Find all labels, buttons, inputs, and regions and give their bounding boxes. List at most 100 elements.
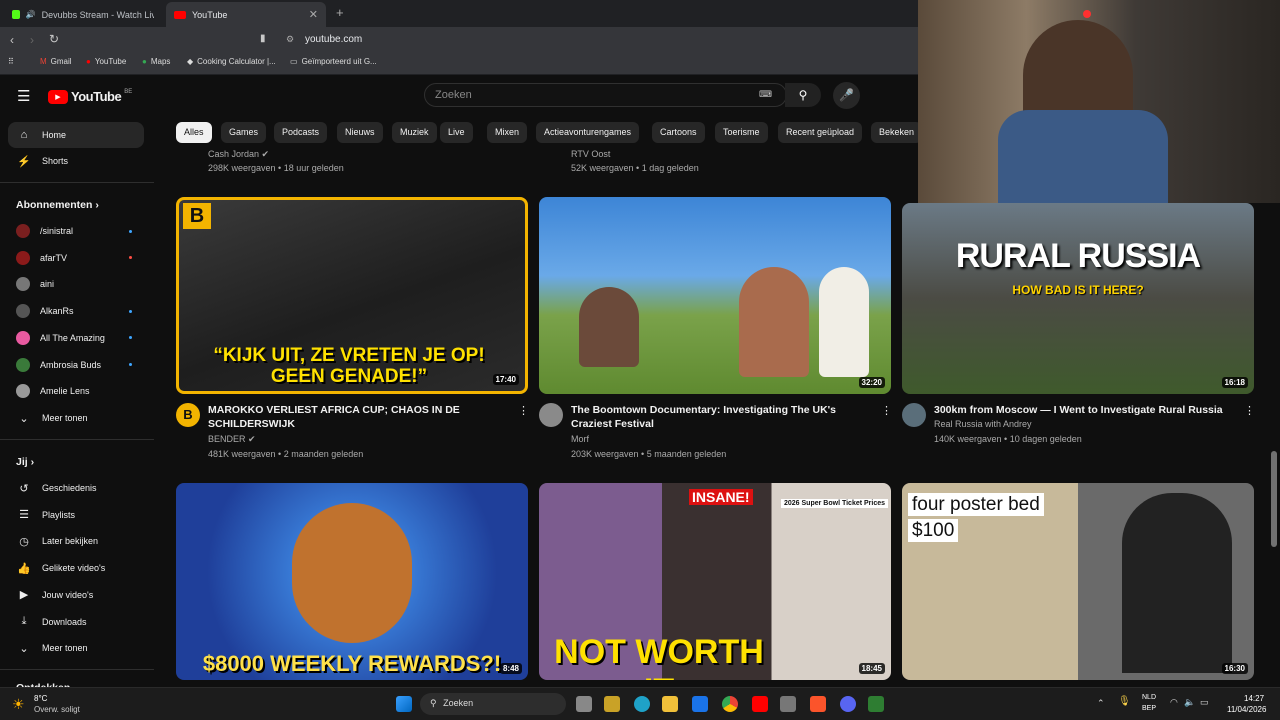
discord-icon[interactable] [840,696,856,712]
sidebar-item-subscription[interactable]: /sinistral [8,218,144,244]
apps-icon[interactable]: ⠿ [8,57,14,66]
bookmark-icon[interactable]: ▮ [260,33,266,44]
sidebar-item-you[interactable]: 👍 Gelikete video's [8,555,144,581]
video-thumbnail[interactable]: four poster bed $100 16:30 [902,483,1254,680]
sidebar-item-subscription[interactable]: AlkanRs [8,298,144,324]
you-heading[interactable]: Jij › [16,456,34,468]
sidebar-item-you[interactable]: ⤓ Downloads [8,609,144,635]
close-icon[interactable]: ✕ [309,8,318,21]
sidebar-item-you[interactable]: ▶ Jouw video's [8,582,144,608]
youtube-logo[interactable]: ▶ YouTube BE [48,89,132,104]
chip-5[interactable]: Live [440,122,473,143]
app-icon[interactable] [868,696,884,712]
chip-4[interactable]: Muziek [392,122,437,143]
bookmark-youtube[interactable]: ● YouTube [86,57,126,66]
channel-avatar[interactable]: B [176,403,200,427]
channel-avatar[interactable] [902,403,926,427]
clock-time[interactable]: 14:27 [1244,694,1264,703]
chip-10[interactable]: Recent geüpload [778,122,863,143]
channel-name[interactable]: RTV Oost [571,149,610,159]
sidebar-show-more-you[interactable]: ⌄ Meer tonen [8,635,144,661]
channel-avatar[interactable] [539,403,563,427]
sidebar-item-subscription[interactable]: afarTV [8,245,144,271]
keyboard-icon[interactable]: ⌨ [759,89,772,100]
tab-youtube[interactable]: YouTube ✕ [166,2,326,27]
channel-name[interactable]: BENDER ✔ [208,434,256,445]
url-field[interactable]: youtube.com [305,34,362,45]
sidebar-item-you[interactable]: ☰ Playlists [8,502,144,528]
sidebar-item-you[interactable]: ◷ Later bekijken [8,528,144,554]
video-title[interactable]: MAROKKO VERLIEST AFRICA CUP; CHAOS IN DE… [208,403,508,431]
site-info-icon[interactable]: ⚙ [286,34,294,45]
forward-icon[interactable]: › [30,33,34,47]
sidebar-item-you[interactable]: ↺ Geschiedenis [8,475,144,501]
chrome-icon[interactable] [722,696,738,712]
chevron-up-icon[interactable]: ⌃ [1097,698,1105,709]
video-thumbnail[interactable]: B “KIJK UIT, ZE VRETEN JE OP! GEEN GENAD… [176,197,528,394]
weather-icon[interactable]: ☀ [12,696,25,713]
tab-label: Devubbs Stream - Watch Live on [41,9,154,20]
voice-search-button[interactable]: 🎤 [833,82,860,109]
video-thumbnail[interactable]: 32:20 [539,197,891,394]
video-thumbnail[interactable]: RURAL RUSSIA HOW BAD IS IT HERE? 16:18 [902,203,1254,394]
volume-icon[interactable]: 🔈 [1184,697,1195,708]
menu-icon[interactable]: ☰ [17,87,30,105]
search-button[interactable]: ⚲ [785,83,821,107]
youtube-icon[interactable] [752,696,768,712]
sidebar-item-subscription[interactable]: aini [8,271,144,297]
more-options-icon[interactable]: ⋮ [881,404,892,417]
taskbar-search[interactable]: ⚲ Zoeken [420,693,566,715]
more-options-icon[interactable]: ⋮ [1244,404,1255,417]
search-input[interactable]: Zoeken ⌨ [424,83,787,107]
bookmark-gmail[interactable]: M Gmail [40,57,72,66]
sidebar-item-subscription[interactable]: Amelie Lens [8,378,144,404]
mic-icon[interactable]: 🎙 [1118,696,1131,707]
wifi-icon[interactable]: ◠ [1170,697,1178,708]
sidebar-item-shorts[interactable]: ⚡ Shorts [8,148,144,174]
bookmark-imported[interactable]: ▭ Geïmporteerd uit G... [290,57,377,66]
edge-icon[interactable] [634,696,650,712]
channel-name[interactable]: Real Russia with Andrey [934,419,1032,429]
video-title[interactable]: The Boomtown Documentary: Investigating … [571,403,871,431]
windows-start-icon[interactable] [396,696,412,712]
video-title[interactable]: 300km from Moscow — I Went to Investigat… [934,403,1234,417]
brave-icon[interactable] [810,696,826,712]
video-thumbnail[interactable]: $8000 WEEKLY REWARDS?! 8:48 [176,483,528,680]
bookmark-maps[interactable]: ● Maps [142,57,170,66]
sidebar: ⌂ Home ⚡ Shorts Abonnementen › /sinistral a… [0,119,155,694]
chip-8[interactable]: Cartoons [652,122,705,143]
chevron-right-icon: › [95,199,99,211]
bookmark-cooking[interactable]: ◆ Cooking Calculator |... [187,57,276,66]
new-tab-icon[interactable]: + [336,5,344,20]
channel-name[interactable]: Morf [571,434,589,444]
scrollbar-thumb[interactable] [1271,451,1277,547]
sidebar-item-home[interactable]: ⌂ Home [8,122,144,148]
file-explorer-icon[interactable] [662,696,678,712]
sidebar-item-subscription[interactable]: Ambrosia Buds [8,352,144,378]
channel-name[interactable]: Cash Jordan ✔ [208,149,269,160]
chevron-right-icon: › [30,456,35,468]
store-icon[interactable] [604,696,620,712]
more-options-icon[interactable]: ⋮ [518,404,529,417]
sidebar-show-more[interactable]: ⌄ Meer tonen [8,405,144,431]
battery-icon[interactable]: ▭ [1200,697,1209,708]
language-indicator[interactable]: NLD [1142,694,1156,701]
sidebar-item-subscription[interactable]: All The Amazing [8,325,144,351]
subscriptions-heading[interactable]: Abonnementen › [16,199,99,211]
task-view-icon[interactable] [576,696,592,712]
chip-1[interactable]: Games [221,122,267,143]
chip-7[interactable]: Actieavonturengames [536,122,640,143]
calculator-icon[interactable] [780,696,796,712]
chip-0[interactable]: Alles [176,122,212,143]
back-icon[interactable]: ‹ [10,33,14,47]
reload-icon[interactable]: ↻ [49,32,59,46]
new-content-dot [129,309,132,313]
chip-11[interactable]: Bekeken [871,122,918,143]
chip-9[interactable]: Toerisme [715,122,768,143]
tab-devubbs[interactable]: 🔊 Devubbs Stream - Watch Live on [4,2,162,27]
video-thumbnail[interactable]: INSANE! 2026 Super Bowl Ticket Prices NO… [539,483,891,680]
outlook-icon[interactable] [692,696,708,712]
chip-3[interactable]: Nieuws [337,122,383,143]
chip-2[interactable]: Podcasts [274,122,328,143]
chip-6[interactable]: Mixen [487,122,528,143]
